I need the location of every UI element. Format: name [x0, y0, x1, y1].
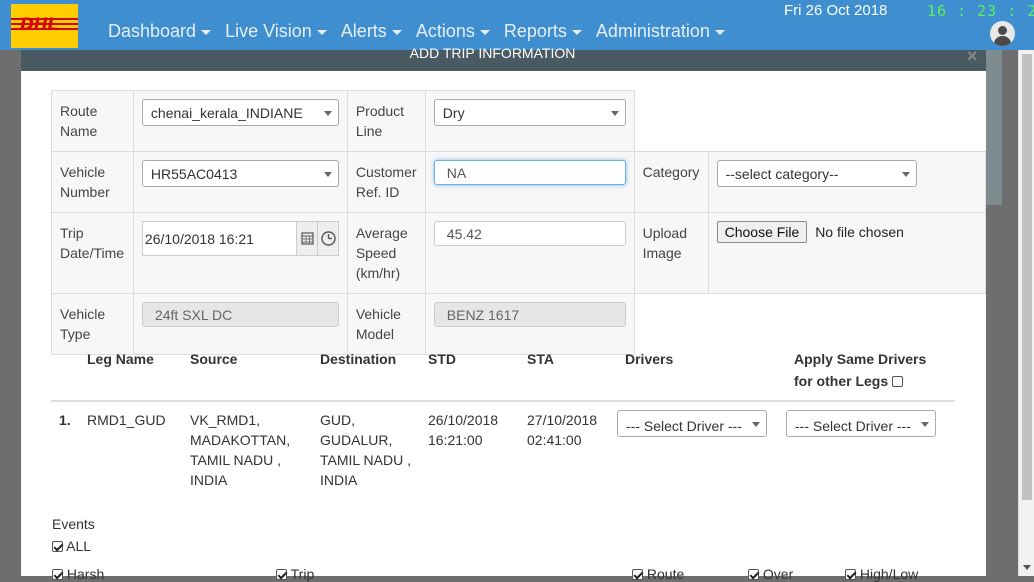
caret-down-icon: [391, 29, 402, 35]
event-checkbox[interactable]: [276, 569, 287, 580]
apply-same-drivers-header: Apply Same Drivers for other Legs: [786, 339, 955, 402]
customer-ref-input[interactable]: NA: [433, 160, 626, 185]
event-item-high-low[interactable]: High/Low: [845, 566, 918, 582]
menu-reports[interactable]: Reports: [504, 21, 582, 42]
std-cell: 26/10/2018 16:21:00: [428, 412, 499, 448]
scrollbar-thumb[interactable]: [1022, 54, 1032, 500]
calendar-icon[interactable]: [295, 222, 317, 255]
avg-speed-input[interactable]: 45.42: [433, 221, 626, 246]
chevron-down-icon: [323, 172, 332, 177]
destination-cell: GUD, GUDALUR, TAMIL NADU , INDIA: [320, 412, 412, 488]
caret-down-icon: [571, 29, 582, 35]
current-time: 16 : 23 : 25: [927, 2, 1034, 20]
clock-icon[interactable]: [316, 222, 338, 255]
apply-same-drivers-checkbox[interactable]: [892, 376, 904, 387]
std-header: STD: [420, 339, 519, 402]
event-item-over[interactable]: Over: [748, 566, 793, 582]
dhl-logo[interactable]: DHL: [11, 4, 78, 48]
trip-datetime-input[interactable]: 26/10/2018 16:21: [141, 221, 339, 256]
chevron-down-icon: [610, 111, 619, 116]
route-name-select[interactable]: chenai_kerala_INDIANE: [141, 99, 339, 126]
events-section: Events ALL: [52, 516, 95, 554]
event-checkbox[interactable]: [52, 569, 63, 580]
category-select[interactable]: --select category--: [716, 160, 917, 187]
top-navbar: DHL Dashboard Live Vision Alerts Actions…: [0, 0, 1034, 50]
choose-file-button[interactable]: Choose File: [716, 221, 808, 243]
user-avatar-icon[interactable]: [990, 21, 1015, 46]
row-index: 1.: [59, 412, 71, 428]
caret-down-icon: [201, 29, 212, 35]
no-file-chosen-text: No file chosen: [815, 224, 904, 240]
source-header: Source: [182, 339, 312, 402]
menu-alerts[interactable]: Alerts: [341, 21, 402, 42]
event-item-trip[interactable]: Trip: [276, 566, 314, 582]
event-item-harsh[interactable]: Harsh: [52, 566, 104, 582]
event-checkbox[interactable]: [845, 569, 856, 580]
main-menu: Dashboard Live Vision Alerts Actions Rep…: [108, 21, 739, 42]
menu-live-vision[interactable]: Live Vision: [225, 21, 327, 42]
product-line-select[interactable]: Dry: [433, 99, 626, 126]
driver-select[interactable]: --- Select Driver ---: [617, 410, 767, 437]
vehicle-number-label: Vehicle Number: [51, 151, 134, 213]
chevron-down-icon: [323, 111, 332, 116]
event-checkbox[interactable]: [632, 569, 643, 580]
drivers-header: Drivers: [617, 339, 786, 402]
events-all[interactable]: ALL: [52, 538, 91, 554]
leg-name-cell: RMD1_GUD: [87, 412, 166, 428]
modal-title: ADD TRIP INFORMATION: [409, 45, 576, 61]
menu-actions[interactable]: Actions: [416, 21, 490, 42]
menu-dashboard[interactable]: Dashboard: [108, 21, 212, 42]
caret-down-icon: [714, 29, 725, 35]
event-item-route[interactable]: Route: [632, 566, 684, 582]
chevron-down-icon: [752, 422, 760, 427]
events-title: Events: [52, 516, 95, 532]
add-trip-modal: ADD TRIP INFORMATION × Route Name chenai…: [21, 45, 987, 582]
chevron-down-icon: [921, 422, 929, 427]
customer-ref-label: Customer Ref. ID: [346, 151, 426, 213]
caret-down-icon: [479, 29, 490, 35]
product-line-label: Product Line: [346, 90, 426, 152]
event-checkbox[interactable]: [748, 569, 759, 580]
same-driver-select[interactable]: --- Select Driver ---: [786, 410, 936, 437]
category-label: Category: [633, 151, 709, 213]
route-name-label: Route Name: [51, 90, 134, 152]
scroll-down-arrow-icon[interactable]: [1023, 565, 1031, 570]
all-checkbox[interactable]: [52, 541, 63, 552]
source-cell: VK_RMD1, MADAKOTTAN, TAMIL NADU , INDIA: [190, 412, 291, 488]
vehicle-model-input: BENZ 1617: [433, 302, 626, 327]
vehicle-number-select[interactable]: HR55AC0413: [141, 160, 339, 187]
legs-table: Leg Name Source Destination STD STA Driv…: [51, 339, 955, 498]
avg-speed-label: Average Speed (km/hr): [346, 212, 426, 294]
leg-name-header: Leg Name: [79, 339, 182, 402]
vehicle-type-input: 24ft SXL DC: [141, 302, 339, 327]
page-scrollbar[interactable]: [1018, 50, 1034, 576]
chevron-down-icon: [901, 172, 910, 177]
destination-header: Destination: [312, 339, 420, 402]
trip-form: Route Name chenai_kerala_INDIANE Product…: [51, 90, 987, 355]
caret-down-icon: [316, 29, 327, 35]
logo-text: DHL: [20, 15, 58, 35]
background-map: [986, 50, 1002, 205]
upload-image-label: Upload Image: [633, 212, 709, 294]
menu-administration[interactable]: Administration: [596, 21, 725, 42]
close-icon[interactable]: ×: [967, 46, 978, 67]
sta-header: STA: [519, 339, 617, 402]
current-date: Fri 26 Oct 2018: [784, 2, 888, 19]
trip-datetime-label: Trip Date/Time: [51, 212, 134, 294]
sta-cell: 27/10/2018 02:41:00: [527, 412, 598, 448]
table-row: 1. RMD1_GUD VK_RMD1, MADAKOTTAN, TAMIL N…: [51, 401, 955, 498]
modal-header: ADD TRIP INFORMATION ×: [21, 45, 986, 71]
